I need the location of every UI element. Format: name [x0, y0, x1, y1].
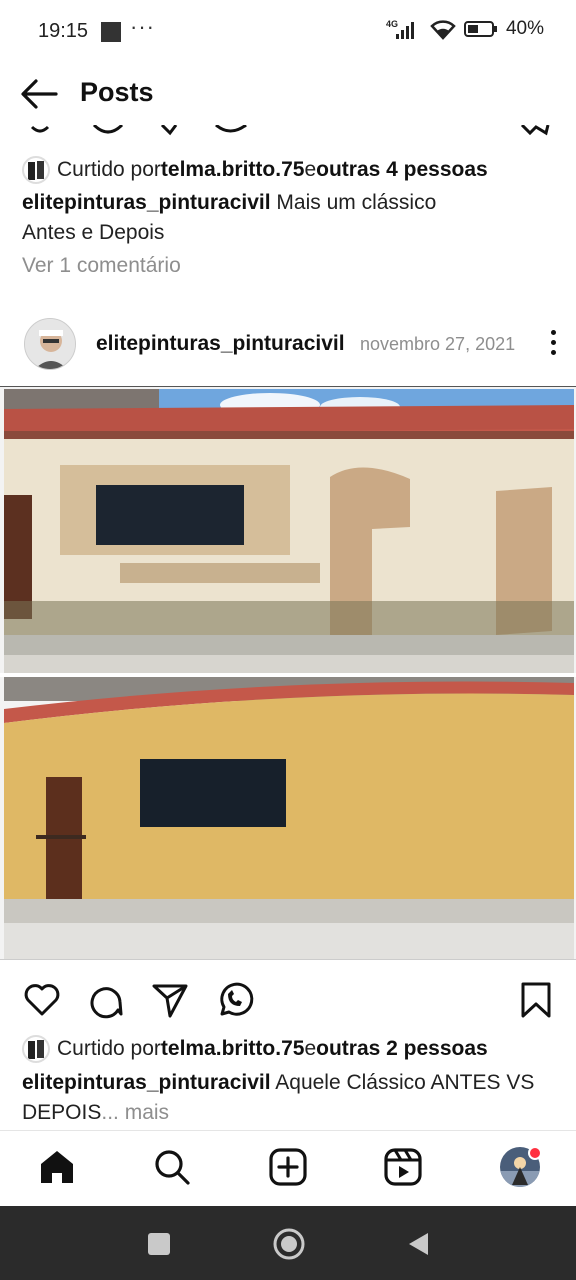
nav-reels[interactable]	[383, 1147, 423, 1187]
whatsapp-share-button[interactable]	[214, 980, 254, 1020]
more-vertical-icon	[545, 330, 561, 355]
caption-username[interactable]: elitepinturas_pinturacivil	[22, 1071, 271, 1094]
post-image[interactable]	[0, 386, 576, 960]
arrow-left-icon	[21, 79, 58, 109]
post-date: novembro 27, 2021	[360, 334, 516, 354]
likes-prefix: Curtido por	[57, 158, 161, 181]
status-time: 19:15	[38, 20, 89, 42]
likes-prefix: Curtido por	[57, 1037, 161, 1060]
before-after-photo	[0, 389, 576, 959]
whatsapp-icon	[220, 982, 254, 1016]
comment-button[interactable]	[86, 980, 126, 1020]
post-caption: elitepinturas_pinturacivil Aquele Clássi…	[22, 1068, 562, 1128]
nav-profile[interactable]	[498, 1145, 542, 1189]
previous-post-likes[interactable]: Curtido por telma.britto.75 e outras 4 p…	[22, 155, 488, 185]
status-bar: 19:15 ··· 4G 40%	[0, 0, 576, 62]
post-author-username[interactable]: elitepinturas_pinturacivil	[96, 332, 345, 356]
save-button[interactable]	[516, 980, 556, 1020]
like-button[interactable]	[22, 980, 62, 1020]
caption-text-line1: Mais um clássico	[270, 191, 437, 214]
previous-post-actions	[0, 124, 576, 136]
square-icon	[148, 1233, 170, 1255]
liker-avatar	[22, 156, 50, 184]
likes-others[interactable]: outras 4 pessoas	[316, 158, 488, 182]
more-notifications-icon: ···	[130, 14, 155, 39]
wifi-icon	[430, 18, 456, 40]
back-system-button[interactable]	[406, 1231, 432, 1257]
notification-icon	[101, 22, 121, 42]
signal-icon: 4G	[386, 18, 422, 40]
battery-level: 40%	[505, 18, 544, 39]
likes-conjunction: e	[304, 1037, 317, 1060]
app-header: Posts	[0, 62, 576, 124]
caption-text-line2: Antes e Depois	[22, 221, 165, 244]
post-actions	[0, 980, 576, 1022]
reels-icon	[384, 1148, 422, 1186]
post-likes[interactable]: Curtido por telma.britto.75 e outras 2 p…	[22, 1034, 488, 1064]
system-nav-bar	[0, 1206, 576, 1280]
comment-icon	[90, 987, 123, 1019]
caption-username[interactable]: elitepinturas_pinturacivil	[22, 191, 271, 214]
status-indicators: 4G 40%	[386, 18, 544, 40]
home-system-button[interactable]	[272, 1227, 306, 1261]
profile-avatar	[500, 1146, 542, 1187]
nav-create[interactable]	[268, 1147, 308, 1187]
post-author-avatar[interactable]	[24, 318, 76, 370]
more-options-button[interactable]	[545, 330, 561, 360]
share-icon	[152, 984, 188, 1018]
post-header: elitepinturas_pinturacivil novembro 27, …	[0, 314, 576, 376]
search-icon	[155, 1150, 190, 1185]
liker-username[interactable]: telma.britto.75	[161, 158, 305, 182]
create-icon	[269, 1148, 307, 1186]
likes-others[interactable]: outras 2 pessoas	[316, 1037, 488, 1061]
caption-more-link[interactable]: ... mais	[101, 1101, 169, 1124]
heart-icon	[24, 984, 60, 1016]
triangle-back-icon	[409, 1233, 428, 1255]
view-comments-link[interactable]: Ver 1 comentário	[22, 254, 181, 278]
back-button[interactable]	[18, 76, 60, 112]
nav-home[interactable]	[37, 1147, 77, 1187]
likes-conjunction: e	[304, 158, 317, 181]
page-title: Posts	[80, 77, 154, 107]
bottom-nav	[0, 1130, 576, 1206]
notification-dot	[528, 1146, 542, 1160]
share-button[interactable]	[150, 980, 190, 1020]
liker-avatar	[22, 1035, 50, 1063]
svg-text:4G: 4G	[386, 19, 398, 29]
bookmark-icon	[521, 982, 551, 1018]
previous-post-caption: elitepinturas_pinturacivil Mais um cláss…	[22, 188, 562, 248]
battery-icon	[463, 20, 498, 38]
liker-username[interactable]: telma.britto.75	[161, 1037, 305, 1061]
home-icon	[41, 1151, 73, 1183]
nav-search[interactable]	[152, 1147, 192, 1187]
recents-button[interactable]	[147, 1232, 171, 1256]
circle-icon	[273, 1228, 305, 1260]
